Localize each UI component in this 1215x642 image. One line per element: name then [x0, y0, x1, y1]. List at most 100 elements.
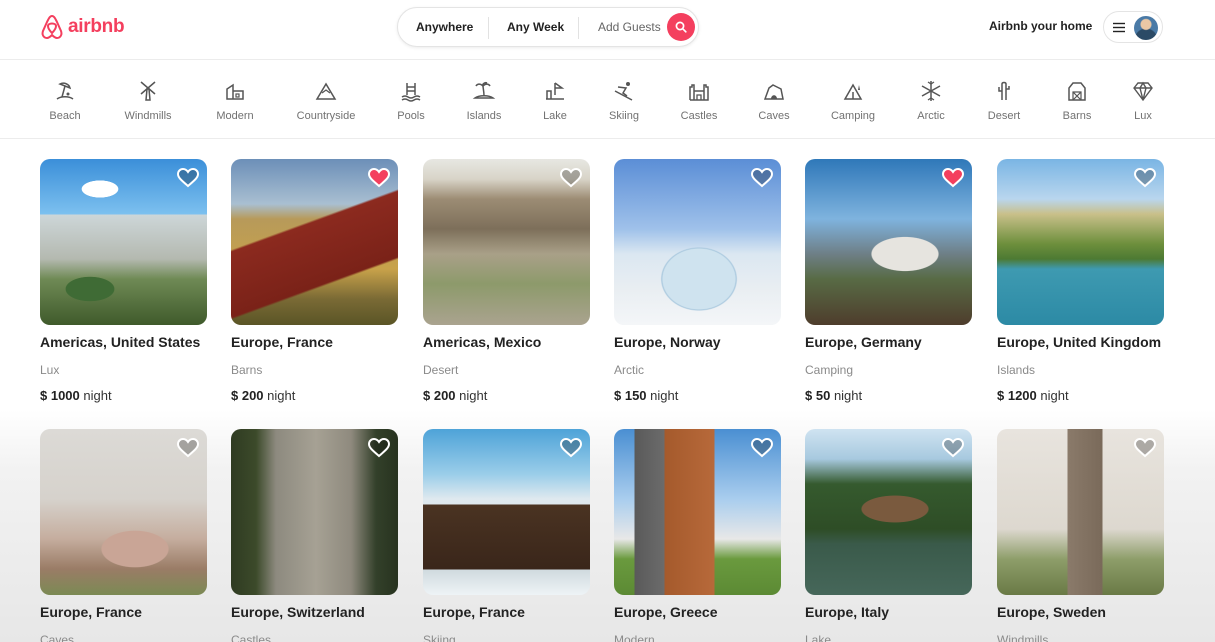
search-guests[interactable]: Add Guests: [598, 20, 661, 34]
listing-photo[interactable]: [40, 429, 207, 595]
listing-photo[interactable]: [423, 429, 590, 595]
category-skiing[interactable]: Skiing: [584, 79, 664, 122]
favorite-heart-icon[interactable]: [177, 438, 199, 458]
listing-price-row: $ 1200 night: [997, 388, 1164, 403]
favorite-heart-icon[interactable]: [751, 168, 773, 188]
search-bar[interactable]: Anywhere Any Week Add Guests: [397, 7, 699, 47]
listing-card[interactable]: Europe, Germany Camping $ 50 night: [805, 159, 972, 403]
airbnb-logo[interactable]: airbnb: [40, 14, 125, 40]
category-label: Beach: [49, 110, 81, 122]
brand-name: airbnb: [68, 16, 125, 37]
category-windmills[interactable]: Windmills: [108, 79, 188, 122]
mountain-icon: [315, 82, 337, 100]
listing-price: $ 200: [231, 388, 264, 403]
listing-category: Desert: [423, 363, 459, 377]
listing-photo[interactable]: [997, 429, 1164, 595]
category-label: Lux: [1134, 110, 1152, 122]
listing-location: Europe, Germany: [805, 334, 922, 350]
favorite-heart-icon[interactable]: [942, 438, 964, 458]
category-modern[interactable]: Modern: [195, 79, 275, 122]
category-label: Caves: [758, 110, 790, 122]
windmill-icon: [140, 81, 156, 101]
beach-icon: [56, 82, 74, 100]
category-islands[interactable]: Islands: [444, 79, 524, 122]
price-unit: night: [650, 388, 679, 403]
listing-price-row: $ 50 night: [805, 388, 972, 403]
listing-location: Europe, France: [231, 334, 333, 350]
listing-category: Islands: [997, 363, 1036, 377]
listing-price: $ 150: [614, 388, 647, 403]
listing-card[interactable]: Europe, Greece Modern: [614, 429, 781, 642]
listing-card[interactable]: Europe, France Caves: [40, 429, 207, 642]
cave-icon: [763, 84, 784, 100]
listing-location: Europe, France: [40, 604, 142, 620]
listing-card[interactable]: Europe, France Skiing: [423, 429, 590, 642]
host-link[interactable]: Airbnb your home: [989, 19, 1092, 33]
listing-photo[interactable]: [805, 429, 972, 595]
listing-card[interactable]: Europe, United Kingdom Islands $ 1200 ni…: [997, 159, 1164, 403]
listing-photo[interactable]: [805, 159, 972, 325]
castle-icon: [689, 84, 709, 101]
listing-card[interactable]: Europe, Norway Arctic $ 150 night: [614, 159, 781, 403]
listing-location: Europe, Sweden: [997, 604, 1106, 620]
listing-card[interactable]: Americas, Mexico Desert $ 200 night: [423, 159, 590, 403]
category-label: Pools: [397, 110, 425, 122]
search-button[interactable]: [667, 13, 695, 41]
listing-photo[interactable]: [614, 159, 781, 325]
listing-price-row: $ 1000 night: [40, 388, 207, 403]
listing-card[interactable]: Americas, United States Lux $ 1000 night: [40, 159, 207, 403]
modern-house-icon: [226, 83, 244, 100]
search-where[interactable]: Anywhere: [416, 20, 473, 34]
category-pools[interactable]: Pools: [371, 79, 451, 122]
airbnb-logo-icon: [41, 14, 63, 40]
listing-category: Modern: [614, 633, 655, 642]
category-countryside[interactable]: Countryside: [286, 79, 366, 122]
favorite-heart-icon[interactable]: [560, 168, 582, 188]
listing-price: $ 1200: [997, 388, 1037, 403]
category-lake[interactable]: Lake: [515, 79, 595, 122]
category-arctic[interactable]: Arctic: [891, 79, 971, 122]
snowflake-icon: [921, 81, 941, 101]
price-unit: night: [267, 388, 296, 403]
listing-price-row: $ 200 night: [231, 388, 398, 403]
category-label: Skiing: [609, 110, 639, 122]
category-caves[interactable]: Caves: [734, 79, 814, 122]
skiing-icon: [614, 82, 633, 101]
listing-photo[interactable]: [231, 429, 398, 595]
barn-icon: [1068, 82, 1086, 101]
favorite-heart-icon[interactable]: [560, 438, 582, 458]
price-unit: night: [83, 388, 112, 403]
category-label: Arctic: [917, 110, 945, 122]
favorite-heart-icon[interactable]: [177, 168, 199, 188]
favorite-heart-icon[interactable]: [1134, 438, 1156, 458]
favorite-heart-icon[interactable]: [368, 168, 390, 188]
listing-photo[interactable]: [997, 159, 1164, 325]
listing-card[interactable]: Europe, Switzerland Castles: [231, 429, 398, 642]
listing-card[interactable]: Europe, France Barns $ 200 night: [231, 159, 398, 403]
listing-photo[interactable]: [614, 429, 781, 595]
category-bar: Beach Windmills Modern Countryside Pools…: [0, 61, 1215, 139]
listing-photo[interactable]: [423, 159, 590, 325]
category-camping[interactable]: Camping: [813, 79, 893, 122]
category-label: Islands: [466, 110, 502, 122]
listing-card[interactable]: Europe, Italy Lake: [805, 429, 972, 642]
listing-card[interactable]: Europe, Sweden Windmills: [997, 429, 1164, 642]
favorite-heart-icon[interactable]: [942, 168, 964, 188]
favorite-heart-icon[interactable]: [368, 438, 390, 458]
category-beach[interactable]: Beach: [25, 79, 105, 122]
listing-category: Lux: [40, 363, 60, 377]
listing-price: $ 200: [423, 388, 456, 403]
search-when[interactable]: Any Week: [507, 20, 564, 34]
user-menu-button[interactable]: [1103, 11, 1163, 43]
category-castles[interactable]: Castles: [659, 79, 739, 122]
favorite-heart-icon[interactable]: [1134, 168, 1156, 188]
listing-price: $ 50: [805, 388, 831, 403]
category-lux[interactable]: Lux: [1103, 79, 1183, 122]
listing-photo[interactable]: [40, 159, 207, 325]
favorite-heart-icon[interactable]: [751, 438, 773, 458]
listing-photo[interactable]: [231, 159, 398, 325]
category-label: Barns: [1062, 110, 1092, 122]
listing-category: Castles: [231, 633, 272, 642]
listing-category: Lake: [805, 633, 832, 642]
category-desert[interactable]: Desert: [964, 79, 1044, 122]
